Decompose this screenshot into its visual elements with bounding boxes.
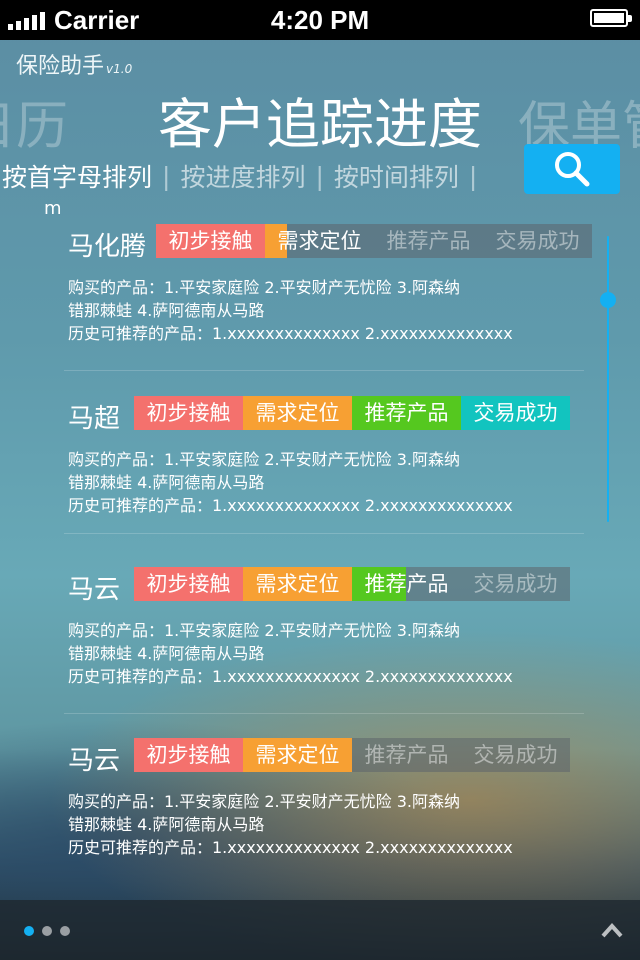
recommended-history: 历史可推荐的产品：1.xxxxxxxxxxxxxx 2.xxxxxxxxxxxx…: [68, 496, 513, 515]
page-dot[interactable]: [60, 926, 70, 936]
page-dot[interactable]: [42, 926, 52, 936]
status-bar: Carrier 4:20 PM: [0, 0, 640, 40]
progress-stages: 初步接触 需求定位 推荐产品 交易成功: [134, 738, 570, 772]
recommended-history: 历史可推荐的产品：1.xxxxxxxxxxxxxx 2.xxxxxxxxxxxx…: [68, 324, 513, 343]
purchased-products-cont: 错那棘蛙 4.萨阿德南从马路: [68, 473, 265, 492]
progress-stages: 初步接触 需求定位 推荐产品 交易成功: [134, 396, 570, 430]
page-dot[interactable]: [24, 926, 34, 936]
stage-deal-closed: 交易成功: [461, 567, 570, 601]
progress-stages: 初步接触 需求定位 推荐产品 交易成功: [156, 224, 592, 258]
stage-needs-analysis: 需求定位: [243, 738, 352, 772]
index-letter: m: [44, 198, 62, 219]
sort-tab-time[interactable]: 按时间排列: [330, 158, 463, 194]
section-carousel[interactable]: 日历 客户追踪进度 保单管: [0, 78, 640, 148]
app-version: v1.0: [106, 62, 133, 76]
search-button[interactable]: [524, 144, 620, 194]
sort-tabs: 按首字母排列 | 按进度排列 | 按时间排列 |: [0, 156, 483, 196]
stage-needs-analysis: 需求定位: [265, 224, 374, 258]
client-name: 马云: [68, 575, 121, 605]
stage-initial-contact: 初步接触: [134, 738, 243, 772]
scrollbar-track[interactable]: [607, 236, 609, 522]
status-time: 4:20 PM: [270, 5, 370, 35]
purchased-products: 购买的产品：1.平安家庭险 2.平安财产无忧险 3.阿森纳: [68, 278, 460, 297]
recommended-history: 历史可推荐的产品：1.xxxxxxxxxxxxxx 2.xxxxxxxxxxxx…: [68, 838, 513, 857]
scrollbar-thumb[interactable]: [600, 292, 616, 308]
card-divider: [64, 713, 584, 714]
sort-tab-alphabetical[interactable]: 按首字母排列: [0, 158, 156, 194]
stage-needs-analysis: 需求定位: [243, 396, 352, 430]
tab-separator: |: [162, 161, 171, 191]
card-divider: [64, 533, 584, 534]
tab-separator: |: [468, 161, 478, 191]
purchased-products-cont: 错那棘蛙 4.萨阿德南从马路: [68, 815, 265, 834]
stage-initial-contact: 初步接触: [134, 567, 243, 601]
client-info: 购买的产品：1.平安家庭险 2.平安财产无忧险 3.阿森纳 错那棘蛙 4.萨阿德…: [68, 448, 588, 517]
stage-needs-analysis: 需求定位: [243, 567, 352, 601]
stage-deal-closed: 交易成功: [461, 738, 570, 772]
client-name: 马化腾: [68, 232, 147, 262]
stage-deal-closed: 交易成功: [483, 224, 592, 258]
purchased-products-cont: 错那棘蛙 4.萨阿德南从马路: [68, 644, 265, 663]
card-divider: [64, 370, 584, 371]
tab-separator: |: [315, 161, 324, 191]
stage-recommend-product: 推荐产品: [374, 224, 483, 258]
purchased-products-cont: 错那棘蛙 4.萨阿德南从马路: [68, 301, 265, 320]
purchased-products: 购买的产品：1.平安家庭险 2.平安财产无忧险 3.阿森纳: [68, 450, 460, 469]
client-info: 购买的产品：1.平安家庭险 2.平安财产无忧险 3.阿森纳 错那棘蛙 4.萨阿德…: [68, 276, 588, 345]
purchased-products: 购买的产品：1.平安家庭险 2.平安财产无忧险 3.阿森纳: [68, 621, 460, 640]
bottom-bar: [0, 900, 640, 960]
app-name: 保险助手: [16, 54, 105, 79]
purchased-products: 购买的产品：1.平安家庭险 2.平安财产无忧险 3.阿森纳: [68, 792, 460, 811]
app-title: 保险助手 v1.0: [16, 48, 132, 80]
client-info: 购买的产品：1.平安家庭险 2.平安财产无忧险 3.阿森纳 错那棘蛙 4.萨阿德…: [68, 619, 588, 688]
battery-icon: [590, 9, 632, 27]
sort-tab-progress[interactable]: 按进度排列: [176, 158, 309, 194]
carousel-next-section[interactable]: 保单管: [518, 84, 640, 148]
stage-recommend-product: 推荐产品: [352, 396, 461, 430]
progress-stages: 初步接触 需求定位 推荐产品 交易成功: [134, 567, 570, 601]
stage-deal-closed: 交易成功: [461, 396, 570, 430]
stage-recommend-product: 推荐产品: [352, 567, 461, 601]
stage-initial-contact: 初步接触: [134, 396, 243, 430]
page-indicator[interactable]: [24, 926, 70, 936]
search-icon: [555, 152, 590, 187]
client-name: 马云: [68, 746, 121, 776]
client-name: 马超: [68, 404, 121, 434]
recommended-history: 历史可推荐的产品：1.xxxxxxxxxxxxxx 2.xxxxxxxxxxxx…: [68, 667, 513, 686]
client-info: 购买的产品：1.平安家庭险 2.平安财产无忧险 3.阿森纳 错那棘蛙 4.萨阿德…: [68, 790, 588, 859]
stage-recommend-product: 推荐产品: [352, 738, 461, 772]
stage-initial-contact: 初步接触: [156, 224, 265, 258]
chevron-up-icon[interactable]: [600, 920, 624, 940]
